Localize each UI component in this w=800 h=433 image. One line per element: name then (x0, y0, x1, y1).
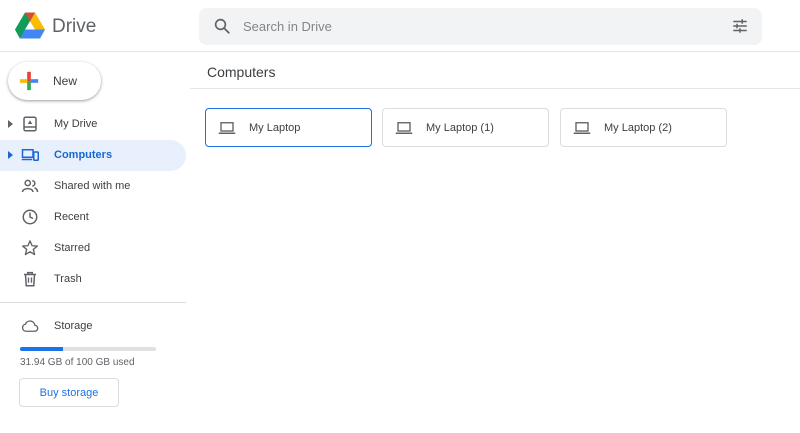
laptop-icon (218, 122, 236, 134)
laptop-icon (573, 122, 591, 134)
computer-name: My Laptop (2) (604, 122, 672, 134)
sidebar-item-trash[interactable]: Trash (0, 264, 186, 295)
tune-icon[interactable] (731, 17, 749, 35)
app-title[interactable]: Drive (52, 16, 96, 38)
storage-usage-text: 31.94 GB of 100 GB used (20, 357, 135, 368)
sidebar-item-computers[interactable]: Computers (0, 140, 186, 171)
storage-usage-bar (20, 347, 156, 351)
cloud-icon (21, 320, 39, 332)
storage-usage-fill (20, 347, 64, 351)
sidebar-item-label: Shared with me (54, 180, 131, 192)
sidebar-item-recent[interactable]: Recent (0, 202, 186, 233)
search-bar[interactable] (199, 8, 762, 45)
computer-card[interactable]: My Laptop (1) (382, 108, 549, 147)
computer-name: My Laptop (249, 122, 301, 134)
new-button-label: New (53, 74, 78, 88)
computer-card[interactable]: My Laptop (205, 108, 372, 147)
expand-arrow-icon[interactable] (8, 120, 13, 128)
people-icon (21, 179, 39, 193)
content-divider (190, 88, 800, 89)
buy-storage-label: Buy storage (39, 387, 99, 399)
sidebar-item-label: Recent (54, 211, 89, 223)
search-icon[interactable] (213, 17, 231, 35)
sidebar-item-label: Trash (54, 273, 82, 285)
star-icon (21, 240, 39, 256)
expand-arrow-icon[interactable] (8, 151, 13, 159)
sidebar-item-label: Computers (54, 149, 113, 161)
sidebar-item-label: My Drive (54, 118, 98, 130)
page-title: Computers (207, 64, 276, 80)
top-bar: Drive (0, 0, 800, 52)
my-drive-icon (23, 116, 37, 132)
computer-name: My Laptop (1) (426, 122, 494, 134)
computer-card[interactable]: My Laptop (2) (560, 108, 727, 147)
trash-icon (24, 271, 36, 287)
sidebar-item-my-drive[interactable]: My Drive (0, 109, 186, 140)
search-input[interactable] (243, 16, 703, 36)
laptop-icon (395, 122, 413, 134)
buy-storage-button[interactable]: Buy storage (19, 378, 119, 407)
sidebar-item-starred[interactable]: Starred (0, 233, 186, 264)
sidebar-divider (0, 302, 186, 303)
sidebar-item-label: Starred (54, 242, 91, 254)
new-button[interactable]: New (8, 62, 101, 100)
drive-logo-icon[interactable] (15, 12, 45, 40)
computers-icon (21, 149, 39, 161)
sidebar-item-shared-with-me[interactable]: Shared with me (0, 171, 186, 202)
storage-label: Storage (54, 320, 93, 332)
clock-icon (22, 209, 38, 225)
sidebar-item-storage[interactable]: Storage (0, 313, 186, 339)
plus-icon (19, 71, 39, 91)
